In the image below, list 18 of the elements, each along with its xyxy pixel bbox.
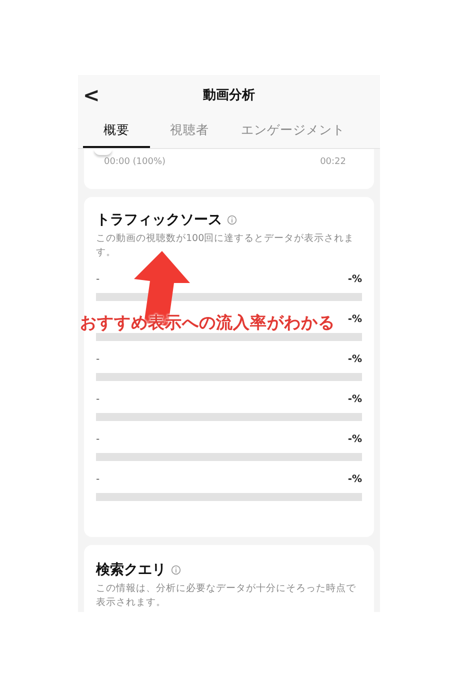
- percent-value: -%: [348, 434, 362, 444]
- percent-value: -%: [348, 474, 362, 484]
- end-time: 00:22: [320, 157, 346, 167]
- percent-value: -%: [348, 354, 362, 364]
- info-text: この情報は、分析に必要なデータが十分にそろった時点で表示されます。: [96, 582, 357, 610]
- section-title: トラフィックソース: [96, 211, 222, 229]
- start-time: 00:00 (100%): [104, 157, 166, 167]
- section-title: 検索クエリ: [96, 561, 166, 579]
- source-label: -: [96, 474, 100, 484]
- source-label: -: [96, 434, 100, 444]
- info-text: この動画の視聴数が100回に達するとデータが表示されます。: [96, 232, 356, 260]
- source-label: -: [96, 354, 100, 364]
- source-label: -: [96, 274, 100, 284]
- percent-value: -%: [348, 394, 362, 404]
- percent-value: -%: [348, 314, 362, 324]
- source-label: -: [96, 394, 100, 404]
- percent-value: -%: [348, 274, 362, 284]
- screen-title: 動画分析: [203, 87, 255, 104]
